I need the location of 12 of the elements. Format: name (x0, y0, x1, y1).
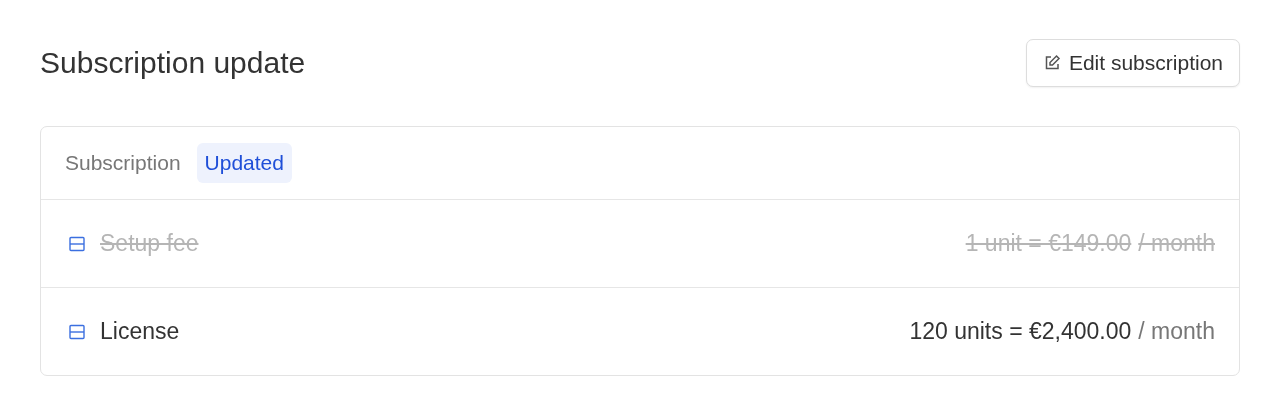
row-icon (69, 235, 85, 252)
item-period: / month (1138, 230, 1215, 257)
item-name: License (100, 318, 180, 345)
tab[interactable]: Updated (196, 143, 292, 183)
page-title: Subscription update (40, 46, 306, 80)
tab[interactable]: Subscription (57, 143, 189, 183)
item-period: / month (1138, 318, 1215, 345)
edit-subscription-button[interactable]: Edit subscription (1025, 39, 1240, 87)
item-name: Setup fee (100, 230, 199, 257)
item-price: 120 units = €2,400.00 (909, 318, 1132, 345)
item-price: 1 unit = €149.00 (965, 230, 1132, 257)
row-icon (69, 323, 85, 340)
